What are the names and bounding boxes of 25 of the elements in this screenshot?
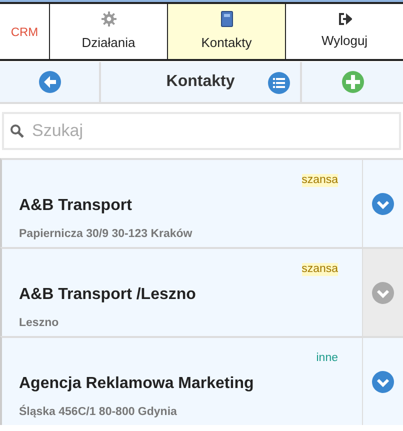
status-tag: szansa: [302, 174, 338, 187]
list-icon[interactable]: [268, 72, 290, 94]
contact-name: Agencja Reklamowa Marketing: [19, 374, 255, 394]
expand-button[interactable]: [362, 160, 403, 247]
nav-tab[interactable]: Kontakty: [168, 4, 286, 59]
contact-item[interactable]: szansa A&B Transport Papiernicza 30/9 30-123 Kraków: [2, 160, 362, 247]
contact-name: A&B Transport /Leszno: [19, 284, 197, 305]
contact-item[interactable]: inne Agencja Reklamowa Marketing Śląska 456C/1 80-800 Gdynia: [2, 338, 362, 425]
chevron-down-icon: [372, 192, 394, 214]
contact-address: Śląska 456C/1 80-800 Gdynia: [19, 404, 178, 420]
contact-name: A&B Transport: [19, 196, 133, 216]
expand-button[interactable]: [362, 338, 403, 425]
logout-icon: [338, 12, 352, 25]
add-icon[interactable]: [342, 71, 364, 93]
back-icon[interactable]: [38, 71, 60, 93]
chevron-down-icon: [372, 282, 394, 304]
search-icon: [10, 124, 24, 138]
chevron-down-icon: [372, 370, 394, 392]
search-field[interactable]: Szukaj: [2, 112, 401, 150]
book-icon: [220, 10, 232, 27]
status-tag: szansa: [302, 263, 338, 276]
status-tag: inne: [316, 352, 338, 365]
contact-address: Leszno: [19, 316, 60, 331]
contact-address: Papiernicza 30/9 30-123 Kraków: [19, 226, 194, 242]
page-title: Kontakty: [166, 72, 235, 92]
